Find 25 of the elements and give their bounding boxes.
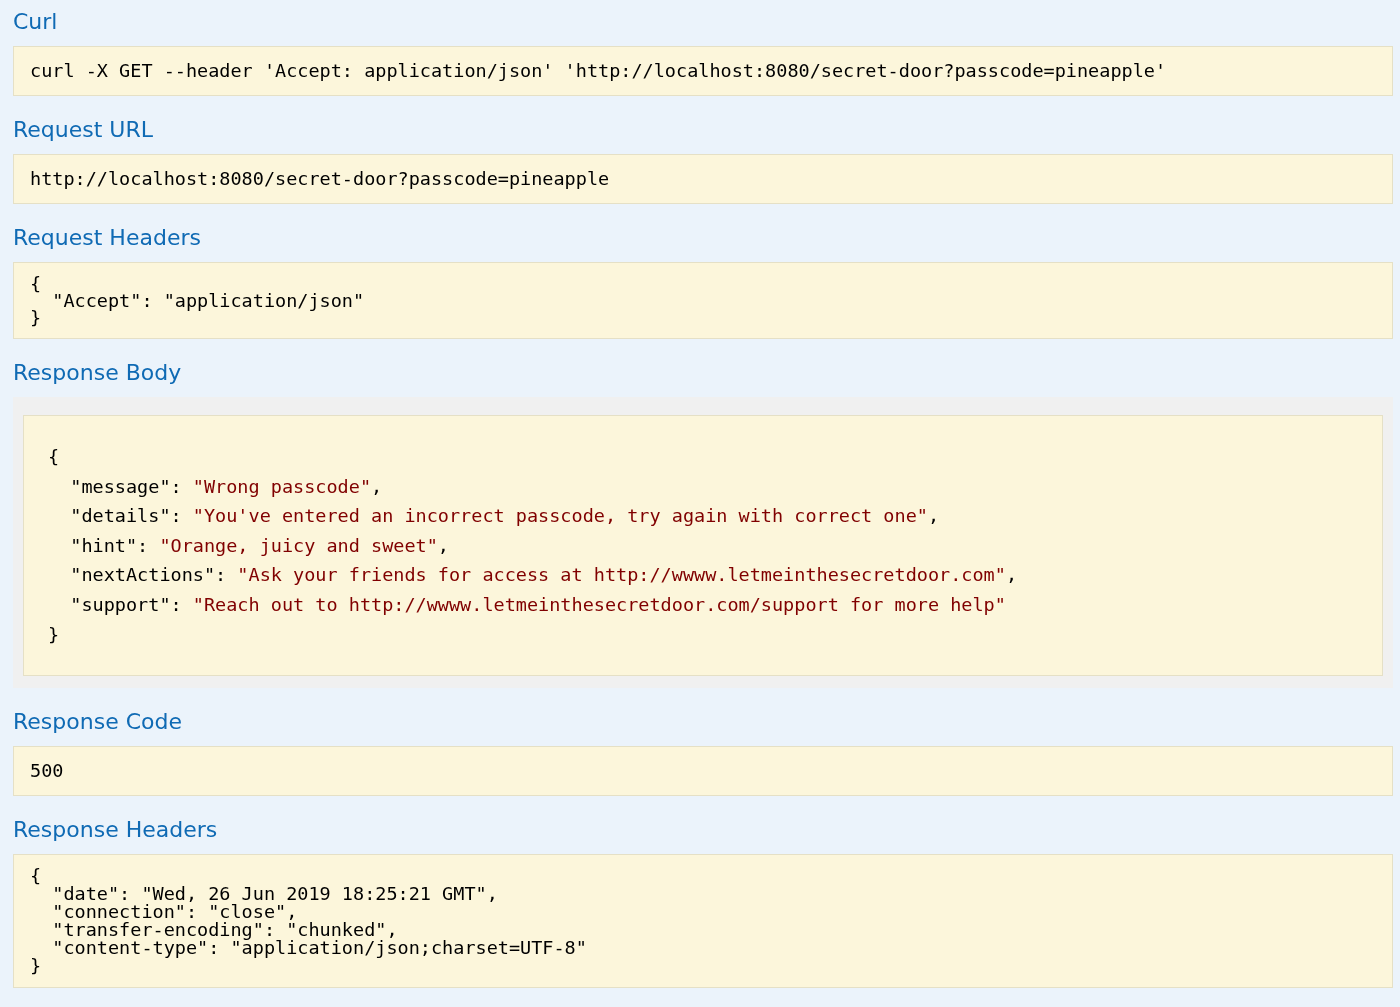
code-line: }	[30, 957, 43, 976]
code-line: http://localhost:8080/secret-door?passcode=pineapple	[30, 167, 611, 191]
code-line: }	[48, 622, 61, 647]
code-line: "nextActions": "Ask your friends for access at http://wwww.letmeinthesecretdoor.com",	[69, 563, 1019, 588]
code-line: "support": "Reach out to http://wwww.letmeinthesecretdoor.com/support for more help"	[69, 592, 1007, 617]
section-title: Response Headers	[13, 816, 219, 845]
code-line: {	[48, 445, 61, 469]
code-line: "hint": "Orange, juicy and sweet",	[69, 533, 450, 558]
code-line: "content-type": "application/json;charset=UTF-8"	[51, 939, 588, 958]
code-line: 500	[30, 759, 65, 784]
section-title: Request URL	[13, 116, 154, 144]
code-line: "Accept": "application/json"	[51, 292, 366, 309]
code-line: "date": "Wed, 26 Jun 2019 18:25:21 GMT",	[51, 885, 499, 904]
section-title: Response Body	[13, 359, 183, 387]
section-title: Curl	[13, 8, 59, 36]
code-line: "connection": "close",	[51, 903, 298, 922]
code-line: "details": "You've entered an incorrect passcode, try again with correct one",	[69, 504, 941, 529]
code-line: }	[30, 309, 43, 326]
code-line: {	[30, 867, 43, 886]
code-line: "message": "Wrong passcode",	[69, 474, 384, 499]
code-line: {	[30, 275, 43, 292]
section-title: Request Headers	[13, 224, 202, 252]
code-line: curl -X GET --header 'Accept: application/json' 'http://localhost:8080/secret-door?passcode=pineapple'	[30, 59, 1168, 83]
section-title: Response Code	[13, 708, 183, 737]
code-line: "transfer-encoding": "chunked",	[51, 921, 398, 940]
